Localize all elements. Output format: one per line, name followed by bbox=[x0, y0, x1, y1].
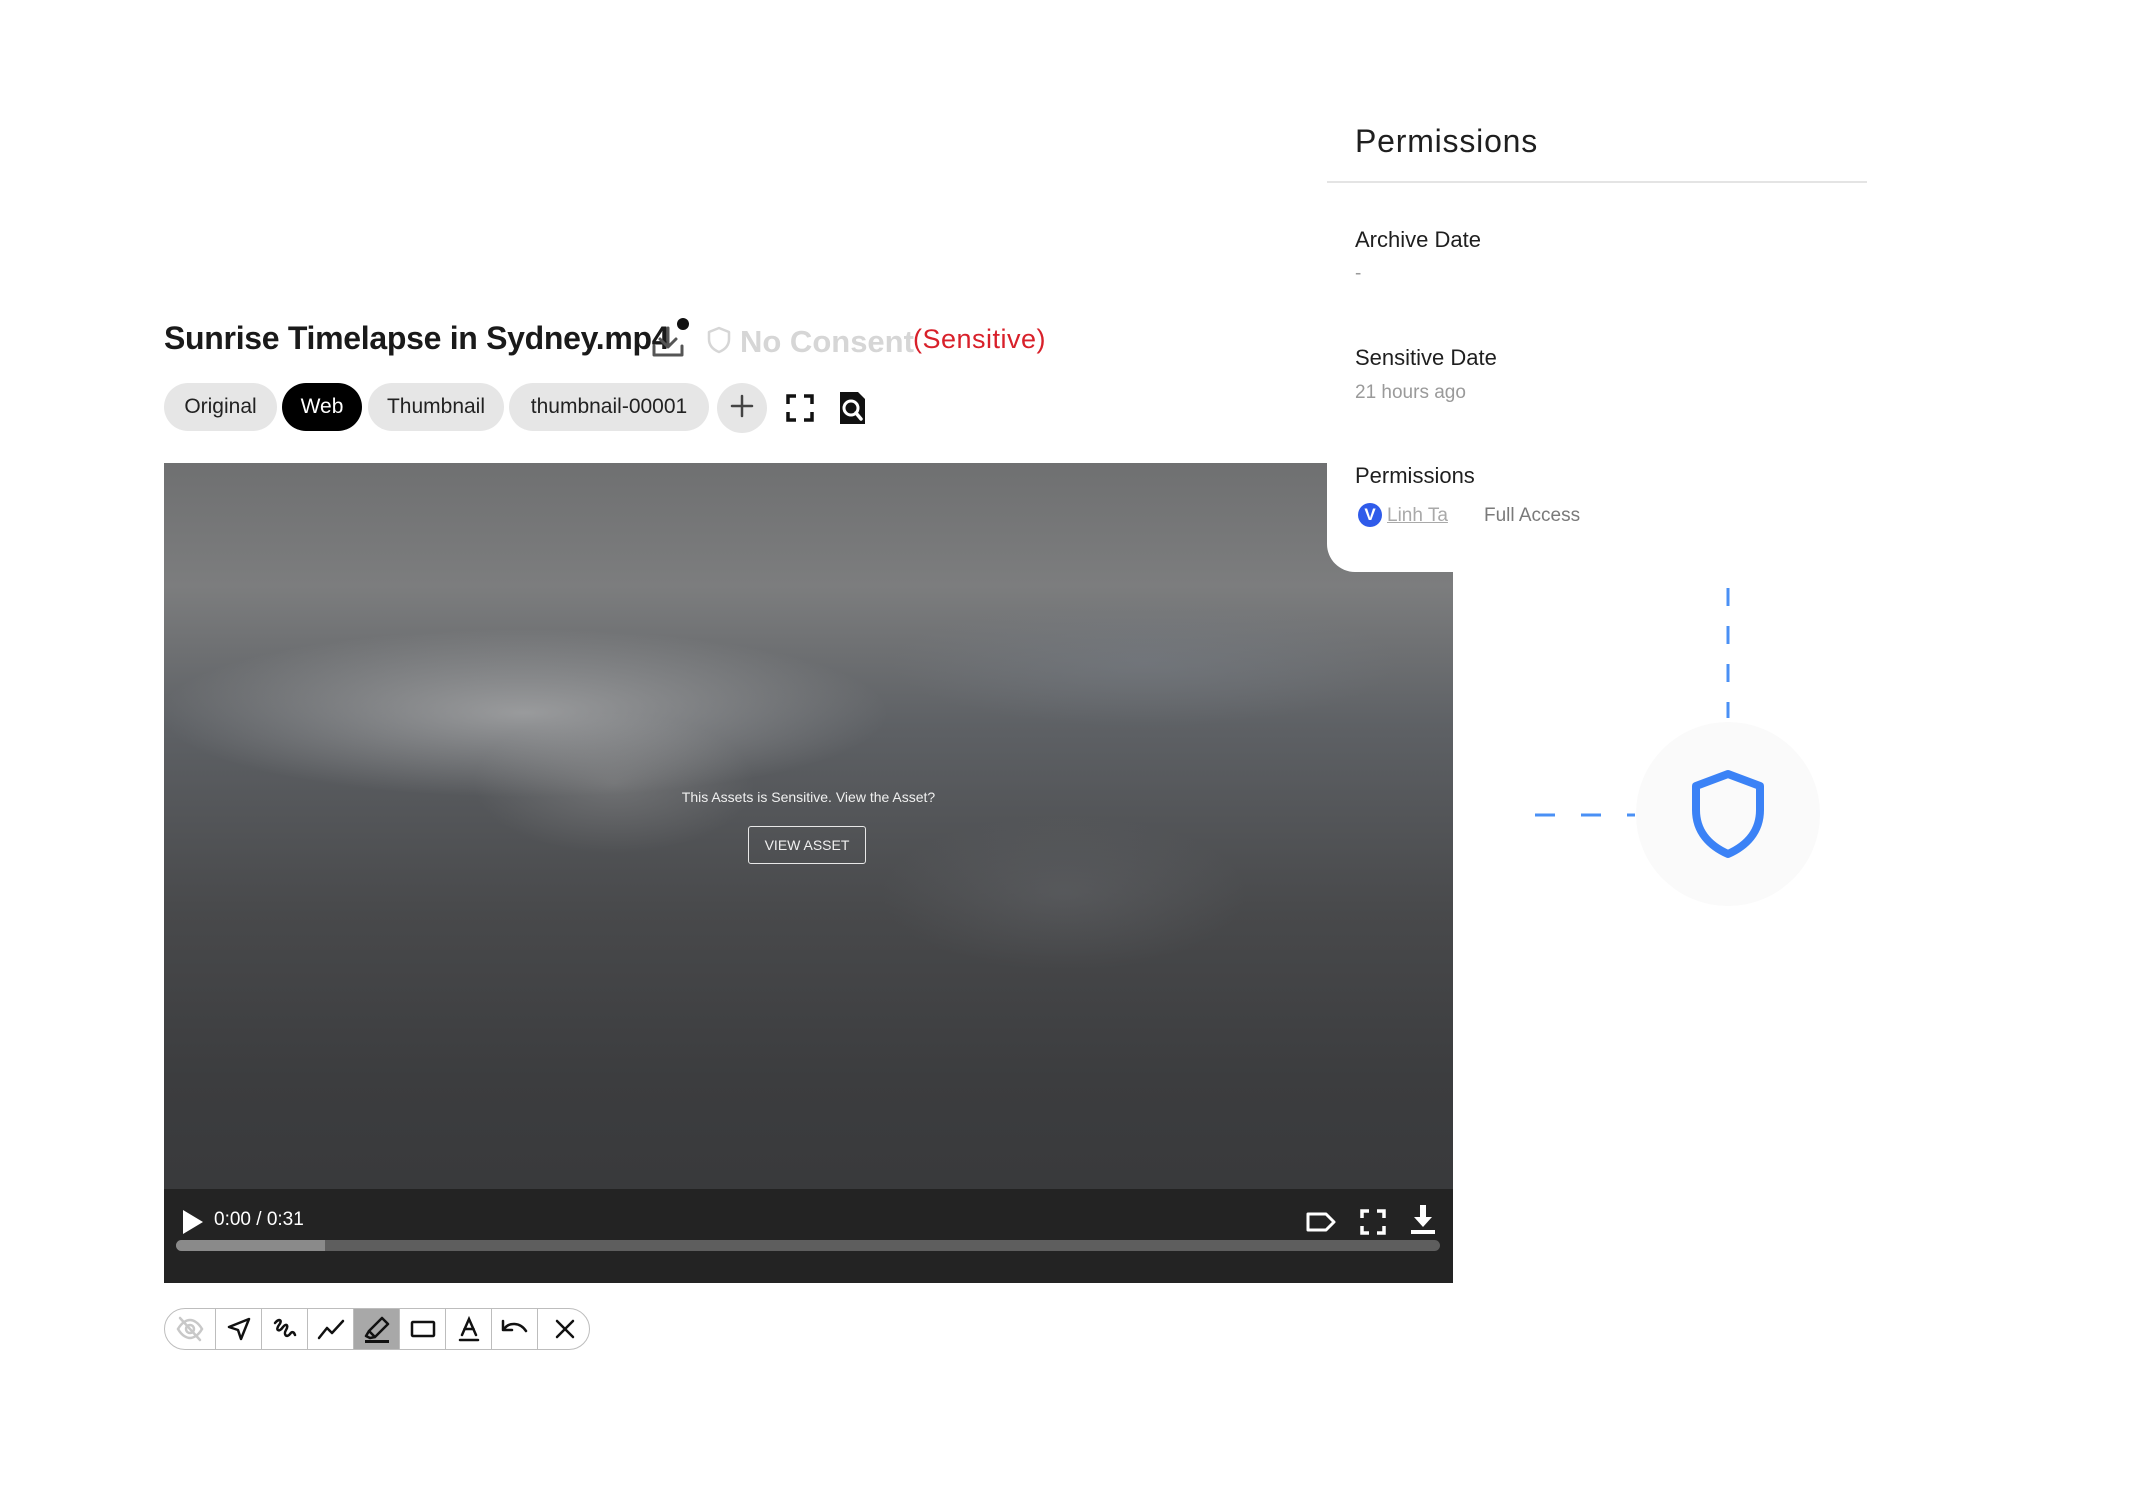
sensitive-date-label: Sensitive Date bbox=[1355, 345, 1497, 370]
rendition-original[interactable]: Original bbox=[164, 383, 277, 431]
view-asset-button[interactable]: VIEW ASSET bbox=[748, 826, 866, 864]
polyline-icon[interactable] bbox=[307, 1309, 353, 1349]
fullscreen-icon[interactable] bbox=[1356, 1205, 1390, 1239]
highlighter-icon[interactable] bbox=[353, 1309, 399, 1349]
consent-status: No Consent bbox=[706, 322, 914, 362]
notification-dot bbox=[677, 318, 689, 330]
user-link[interactable]: Linh Ta bbox=[1387, 505, 1448, 527]
asset-title: Sunrise Timelapse in Sydney.mp4 bbox=[164, 320, 670, 356]
connector-dashes-horizontal bbox=[1535, 805, 1635, 817]
rendition-thumbnail-00001[interactable]: thumbnail-00001 bbox=[509, 383, 709, 431]
eye-off-icon[interactable] bbox=[165, 1309, 215, 1349]
consent-label: No Consent bbox=[740, 324, 914, 359]
shield-outline-icon bbox=[706, 325, 732, 360]
connector-dashes-vertical bbox=[1725, 588, 1731, 718]
text-icon[interactable] bbox=[445, 1309, 491, 1349]
blurred-video-frame bbox=[164, 463, 1453, 1283]
access-level: Full Access bbox=[1484, 505, 1581, 526]
panel-title: Permissions bbox=[1355, 123, 1539, 159]
avatar: V bbox=[1358, 503, 1382, 527]
tag-icon[interactable] bbox=[1304, 1205, 1338, 1239]
shield-icon bbox=[1690, 768, 1766, 865]
download-arrow-icon[interactable] bbox=[1406, 1201, 1440, 1237]
freehand-icon[interactable] bbox=[261, 1309, 307, 1349]
search-document-icon[interactable] bbox=[832, 388, 872, 428]
buffered-progress bbox=[176, 1240, 326, 1251]
rendition-thumbnail[interactable]: Thumbnail bbox=[368, 383, 504, 431]
archive-date-label: Archive Date bbox=[1355, 227, 1481, 252]
time-display: 0:00 / 0:31 bbox=[214, 1209, 304, 1230]
sensitive-date-value: 21 hours ago bbox=[1355, 382, 1466, 403]
sensitive-label: (Sensitive) bbox=[913, 324, 1047, 354]
sensitive-message: This Assets is Sensitive. View the Asset… bbox=[681, 789, 936, 805]
archive-date-value: - bbox=[1355, 263, 1362, 284]
add-rendition-button[interactable] bbox=[717, 383, 767, 433]
close-icon[interactable] bbox=[537, 1309, 589, 1349]
video-player[interactable]: This Assets is Sensitive. View the Asset… bbox=[164, 463, 1453, 1283]
undo-icon[interactable] bbox=[491, 1309, 537, 1349]
progress-track[interactable] bbox=[176, 1240, 1440, 1251]
annotation-toolbar bbox=[164, 1308, 590, 1350]
shield-badge bbox=[1636, 722, 1820, 906]
rendition-web[interactable]: Web bbox=[282, 383, 362, 431]
video-control-bar: 0:00 / 0:31 bbox=[164, 1189, 1453, 1283]
plus-icon bbox=[729, 393, 755, 424]
permissions-label: Permissions bbox=[1355, 463, 1475, 488]
divider bbox=[1327, 181, 1867, 183]
expand-icon[interactable] bbox=[780, 388, 820, 428]
permissions-panel: Permissions Archive Date - Sensitive Dat… bbox=[1327, 95, 1867, 572]
navigation-arrow-icon[interactable] bbox=[215, 1309, 261, 1349]
play-icon[interactable] bbox=[180, 1207, 206, 1237]
rectangle-icon[interactable] bbox=[399, 1309, 445, 1349]
